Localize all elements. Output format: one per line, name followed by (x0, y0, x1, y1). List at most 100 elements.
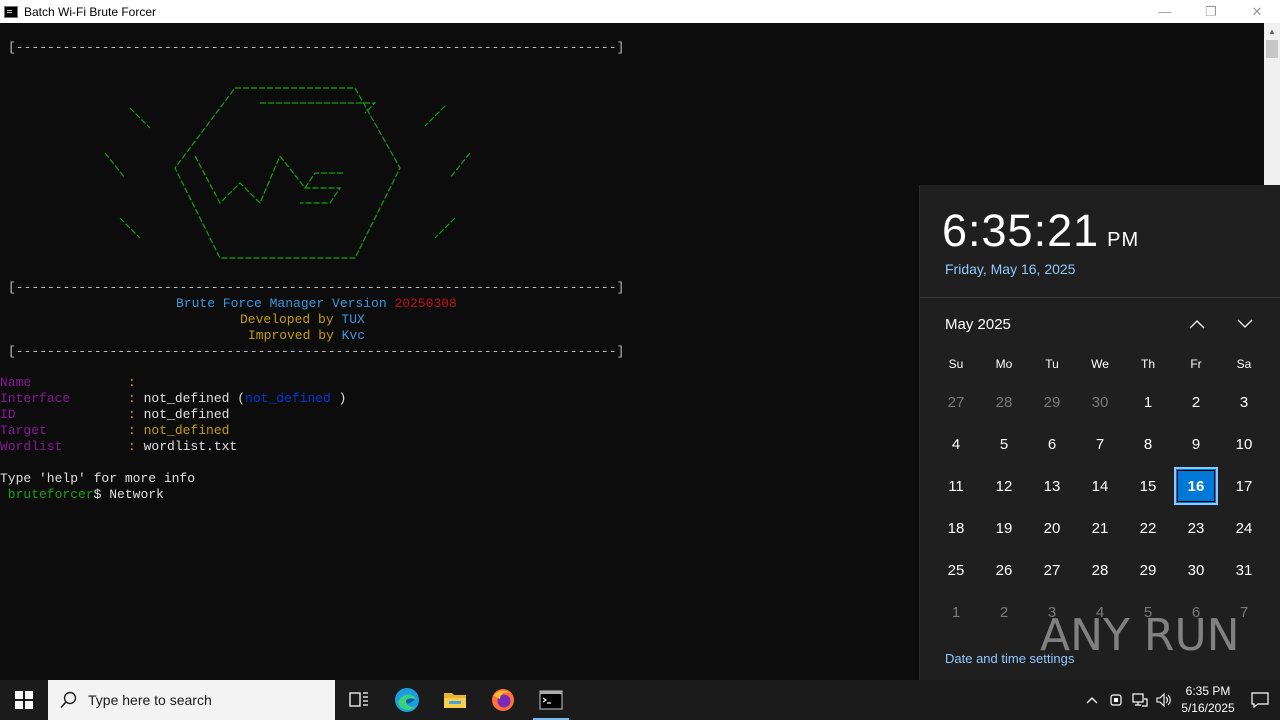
console-window-icon (539, 690, 563, 710)
calendar-day[interactable]: 20 (1028, 507, 1076, 549)
task-view-button[interactable] (335, 680, 383, 720)
calendar-day[interactable]: 29 (1124, 549, 1172, 591)
calendar-day[interactable]: 25 (932, 549, 980, 591)
network-tray-button[interactable] (1128, 680, 1152, 720)
firefox-icon (492, 689, 514, 711)
calendar-day-number: 25 (947, 561, 965, 579)
task-view-icon (349, 692, 368, 707)
calendar-day-number: 8 (1143, 435, 1153, 453)
calendar-day[interactable]: 27 (932, 381, 980, 423)
month-label[interactable]: May 2025 (945, 316, 1011, 333)
edge-browser-icon (395, 688, 419, 712)
calendar-day[interactable]: 6 (1028, 423, 1076, 465)
calendar-day-number: 6 (1047, 435, 1057, 453)
calendar-day[interactable]: 1 (932, 591, 980, 633)
calendar-day[interactable]: 28 (1076, 549, 1124, 591)
weekday-label: We (1091, 357, 1109, 371)
tray-device-button[interactable] (1104, 680, 1128, 720)
calendar-day[interactable]: 5 (980, 423, 1028, 465)
previous-month-button[interactable] (1182, 311, 1212, 337)
console-app-icon (4, 5, 18, 18)
calendar-day-number: 14 (1091, 477, 1109, 495)
weekday-label: Fr (1190, 357, 1202, 371)
calendar-day[interactable]: 31 (1220, 549, 1268, 591)
separator-middle: [---------------------------------------… (8, 280, 625, 295)
calendar-day[interactable]: 28 (980, 381, 1028, 423)
calendar-day[interactable]: 15 (1124, 465, 1172, 507)
calendar-day-number: 7 (1239, 603, 1249, 621)
calendar-day[interactable]: 3 (1220, 381, 1268, 423)
file-explorer-taskbar-button[interactable] (431, 680, 479, 720)
calendar-day[interactable]: 10 (1220, 423, 1268, 465)
interface-value: not_defined (143, 391, 230, 406)
console-taskbar-button[interactable] (527, 680, 575, 720)
scroll-thumb[interactable] (1266, 40, 1278, 58)
id-value: not_defined (143, 407, 230, 422)
flyout-date[interactable]: Friday, May 16, 2025 (945, 261, 1075, 277)
calendar-day-number: 11 (948, 477, 964, 495)
notification-icon (1251, 692, 1269, 708)
calendar-day-number: 19 (995, 519, 1013, 537)
taskbar-clock[interactable]: 6:35 PM 5/16/2025 (1176, 683, 1240, 717)
taskbar-search-box[interactable]: Type here to search (48, 680, 335, 720)
close-button[interactable]: ✕ (1234, 0, 1280, 23)
calendar-day[interactable]: 30 (1172, 549, 1220, 591)
firefox-taskbar-button[interactable] (479, 680, 527, 720)
action-center-button[interactable] (1240, 680, 1280, 720)
volume-tray-button[interactable] (1152, 680, 1176, 720)
banner-title: Brute Force Manager Version (176, 296, 395, 311)
calendar-day-number: 13 (1043, 477, 1061, 495)
name-colon: : (128, 375, 136, 390)
improver-name: Kvc (341, 328, 366, 343)
calendar-day[interactable]: 7 (1076, 423, 1124, 465)
id-value-line: : not_defined (128, 407, 230, 422)
calendar-day[interactable]: 29 (1028, 381, 1076, 423)
minimize-button[interactable]: — (1142, 0, 1188, 23)
command-input[interactable]: Network (109, 487, 164, 502)
restore-button[interactable]: ❐ (1188, 0, 1234, 23)
wordlist-label: Wordlist (0, 439, 63, 454)
interface-label: Interface (0, 391, 71, 406)
weekday-label: Su (948, 357, 964, 371)
calendar-day[interactable]: 22 (1124, 507, 1172, 549)
scroll-up-arrow-icon[interactable]: ▲ (1264, 23, 1280, 39)
calendar-day[interactable]: 27 (1028, 549, 1076, 591)
calendar-day[interactable]: 9 (1172, 423, 1220, 465)
calendar-day-number: 17 (1235, 477, 1253, 495)
calendar-day[interactable]: 23 (1172, 507, 1220, 549)
interface-paren-value: not_defined (245, 391, 331, 406)
flyout-clock: 6:35:21 PM (942, 205, 1139, 257)
calendar-day-number: 16 (1174, 467, 1218, 505)
prompt-symbol: $ (93, 487, 110, 502)
edge-taskbar-button[interactable] (383, 680, 431, 720)
separator-bottom: [---------------------------------------… (8, 344, 625, 359)
calendar-day[interactable]: 24 (1220, 507, 1268, 549)
calendar-day[interactable]: 21 (1076, 507, 1124, 549)
calendar-day[interactable]: 13 (1028, 465, 1076, 507)
calendar-day[interactable]: 17 (1220, 465, 1268, 507)
calendar-day-number: 28 (1091, 561, 1109, 579)
taskbar-date: 5/16/2025 (1181, 701, 1235, 715)
command-prompt[interactable]: bruteforcer$ Network (0, 487, 164, 503)
calendar-day[interactable]: 30 (1076, 381, 1124, 423)
calendar-day[interactable]: 1 (1124, 381, 1172, 423)
calendar-day[interactable]: 8 (1124, 423, 1172, 465)
calendar-day[interactable]: 14 (1076, 465, 1124, 507)
calendar-day[interactable]: 19 (980, 507, 1028, 549)
next-month-button[interactable] (1230, 311, 1260, 337)
calendar-day-today[interactable]: 16 (1172, 465, 1220, 507)
date-time-settings-link[interactable]: Date and time settings (945, 651, 1074, 666)
calendar-grid: 27 28 29 30 1 2 3 4 5 6 7 8 9 10 11 12 13 14 15 16 17 18 19 20 2… (932, 381, 1280, 633)
calendar-day[interactable]: 4 (932, 423, 980, 465)
calendar-day[interactable]: 18 (932, 507, 980, 549)
calendar-day[interactable]: 26 (980, 549, 1028, 591)
speaker-icon (1156, 693, 1171, 707)
calendar-day[interactable]: 2 (980, 591, 1028, 633)
start-button[interactable] (0, 680, 48, 720)
calendar-day[interactable]: 12 (980, 465, 1028, 507)
wordlist-value: wordlist.txt (143, 439, 238, 454)
title-bar: Batch Wi-Fi Brute Forcer — ❐ ✕ (0, 0, 1280, 23)
calendar-day[interactable]: 2 (1172, 381, 1220, 423)
calendar-day[interactable]: 11 (932, 465, 980, 507)
show-hidden-icons-button[interactable] (1080, 680, 1104, 720)
